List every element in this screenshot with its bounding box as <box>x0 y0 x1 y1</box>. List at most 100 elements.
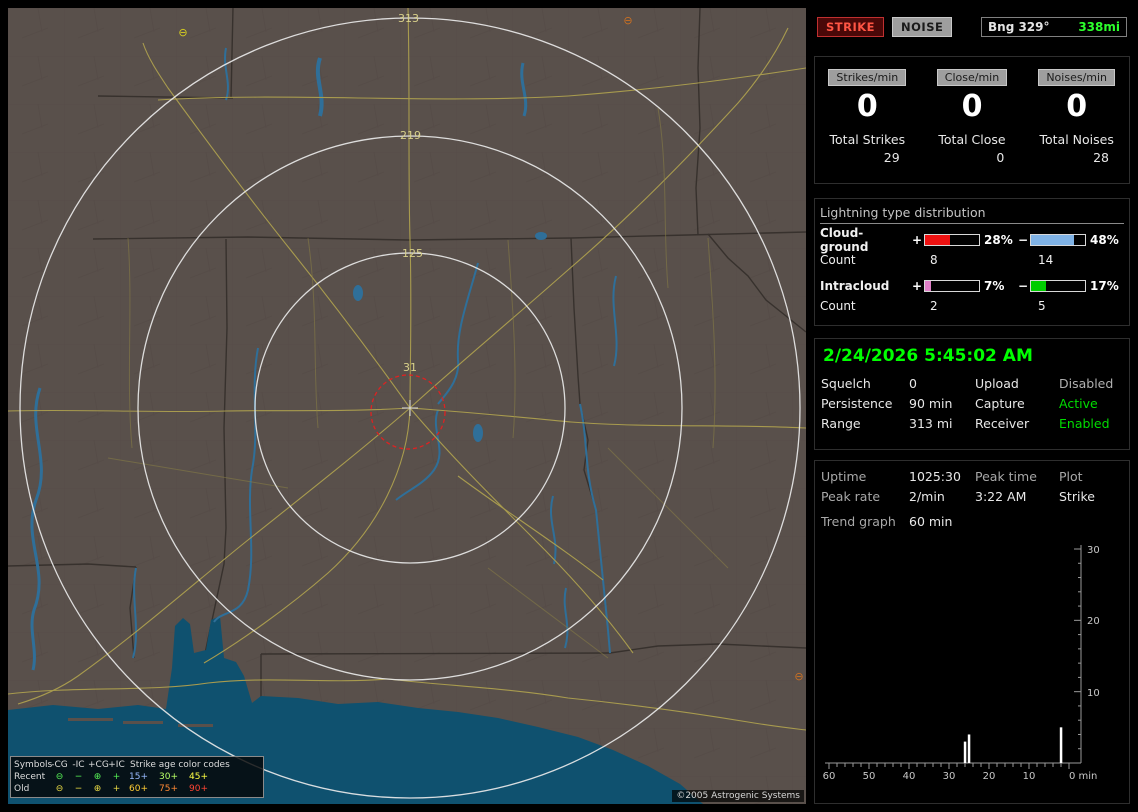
app-window: 313 219 125 31 ⊖ ⊖ ⊖ Symbols -CG -IC +CG +… <box>0 0 1138 812</box>
total-strikes-label: Total Strikes <box>829 132 906 147</box>
uptime-value: 1025:30 <box>909 469 961 484</box>
strike-symbol: ⊖ <box>623 14 632 27</box>
upload-status: Disabled <box>1059 376 1114 391</box>
xtick-50: 50 <box>863 771 876 782</box>
xtick-30: 30 <box>943 771 956 782</box>
xtick-20: 20 <box>983 771 996 782</box>
peak-time-value: 3:22 AM <box>975 489 1027 504</box>
total-noises-label: Total Noises <box>1039 132 1114 147</box>
type-distribution-panel: Lightning type distribution Cloud-ground… <box>814 198 1130 326</box>
upload-label: Upload <box>975 376 1019 391</box>
xtick-40: 40 <box>903 771 916 782</box>
age-15: 15+ <box>129 772 148 782</box>
uptime-label: Uptime <box>821 469 867 484</box>
recent-pic-icon: + <box>112 772 121 782</box>
time-settings-panel: 2/24/2026 5:45:02 AM Squelch 0 Upload Di… <box>814 338 1130 450</box>
cloud-ground-row: Cloud-ground + 28% − 48% <box>820 226 1124 254</box>
ic-negative-bar-fill <box>1031 281 1047 291</box>
distribution-title: Lightning type distribution <box>820 205 1124 224</box>
ytick-30: 30 <box>1087 545 1100 556</box>
ring-label-313: 313 <box>398 12 419 25</box>
trend-tick-labels: 30 20 10 60 50 40 30 20 10 0 min <box>823 545 1100 782</box>
total-strikes-value: 29 <box>883 150 900 165</box>
noises-counter: Noises/min 0 Total Noises 28 <box>1024 69 1129 183</box>
status-grid: Uptime 1025:30 Peak time Plot Peak rate … <box>821 469 1125 504</box>
noises-per-min-label: Noises/min <box>1038 69 1116 86</box>
county-lines <box>8 8 806 804</box>
intracloud-count-row: Count 2 5 <box>820 296 1124 316</box>
lightning-map[interactable]: 313 219 125 31 ⊖ ⊖ ⊖ Symbols -CG -IC +CG +… <box>8 8 806 804</box>
strike-mode-button[interactable]: STRIKE <box>817 17 885 37</box>
ic-positive-count: 2 <box>930 299 938 313</box>
ic-positive-bar <box>924 280 980 292</box>
peak-time-label: Peak time <box>975 469 1037 484</box>
cg-negative-bar <box>1030 234 1086 246</box>
persistence-label: Persistence <box>821 396 893 411</box>
old-pcg-icon: ⊕ <box>93 784 102 794</box>
age-30: 30+ <box>159 772 178 782</box>
close-per-min-value: 0 <box>961 89 983 124</box>
cg-positive-pct: 28% <box>984 233 1013 247</box>
intracloud-row: Intracloud + 7% − 17% <box>820 276 1124 296</box>
bearing-distance: 338mi <box>1078 20 1120 34</box>
intracloud-label: Intracloud <box>820 279 890 293</box>
range-label: Range <box>821 416 861 431</box>
recent-pcg-icon: ⊕ <box>93 772 102 782</box>
ic-negative-bar <box>1030 280 1086 292</box>
xtick-0: 0 min <box>1069 771 1097 782</box>
plot-value: Strike <box>1059 489 1095 504</box>
age-75: 75+ <box>159 784 178 794</box>
legend-recent-label: Recent <box>14 772 46 782</box>
legend-col-ncg: -CG <box>51 760 68 770</box>
trend-spikes <box>963 727 1063 763</box>
cloud-ground-label: Cloud-ground <box>820 226 869 254</box>
recent-ncg-icon: ⊖ <box>55 772 64 782</box>
capture-status: Active <box>1059 396 1098 411</box>
right-panel: STRIKE NOISE Bng 329° 338mi Strikes/min … <box>814 8 1130 804</box>
persistence-value: 90 min <box>909 396 953 411</box>
minus-sign: − <box>1017 279 1029 293</box>
age-45: 45+ <box>189 772 208 782</box>
legend-symbols-header: Symbols <box>14 760 53 770</box>
trend-graph-label: Trend graph <box>821 514 896 529</box>
xtick-60: 60 <box>823 771 836 782</box>
ic-positive-bar-fill <box>925 281 932 291</box>
map-legend: Symbols -CG -IC +CG +IC Strike age color… <box>10 756 264 798</box>
noises-per-min-value: 0 <box>1066 89 1088 124</box>
legend-col-pic: +IC <box>108 760 125 770</box>
total-close-label: Total Close <box>938 132 1006 147</box>
strikes-per-min-label: Strikes/min <box>828 69 907 86</box>
plus-sign: + <box>911 279 923 293</box>
total-noises-value: 28 <box>1093 150 1110 165</box>
ic-count-label: Count <box>820 299 856 313</box>
trend-ticks <box>828 548 1081 769</box>
legend-old-label: Old <box>14 784 30 794</box>
legend-age-header: Strike age color codes <box>130 760 230 770</box>
cg-positive-bar <box>924 234 980 246</box>
squelch-label: Squelch <box>821 376 871 391</box>
legend-col-pcg: +CG <box>88 760 109 770</box>
cg-positive-bar-fill <box>925 235 951 245</box>
copyright-text: ©2005 Astrogenic Systems <box>672 790 804 802</box>
receiver-label: Receiver <box>975 416 1030 431</box>
trend-spike <box>967 734 971 763</box>
strike-symbol: ⊖ <box>794 670 803 683</box>
recent-nic-icon: − <box>74 772 83 782</box>
ytick-20: 20 <box>1087 616 1100 627</box>
ic-negative-count: 5 <box>1038 299 1046 313</box>
mode-toolbar: STRIKE NOISE Bng 329° 338mi <box>814 12 1130 42</box>
legend-col-nic: -IC <box>72 760 85 770</box>
strikes-per-min-value: 0 <box>856 89 878 124</box>
noise-mode-button[interactable]: NOISE <box>892 17 953 37</box>
range-value: 313 mi <box>909 416 953 431</box>
cg-negative-count: 14 <box>1038 253 1054 267</box>
minus-sign: − <box>1017 233 1029 247</box>
age-60: 60+ <box>129 784 148 794</box>
old-pic-icon: + <box>112 784 121 794</box>
strike-symbol: ⊖ <box>178 26 187 39</box>
cg-positive-count: 8 <box>930 253 938 267</box>
ytick-10: 10 <box>1087 688 1100 699</box>
trend-axes <box>825 545 1082 764</box>
cg-count-label: Count <box>820 253 856 267</box>
total-close-value: 0 <box>996 150 1005 165</box>
